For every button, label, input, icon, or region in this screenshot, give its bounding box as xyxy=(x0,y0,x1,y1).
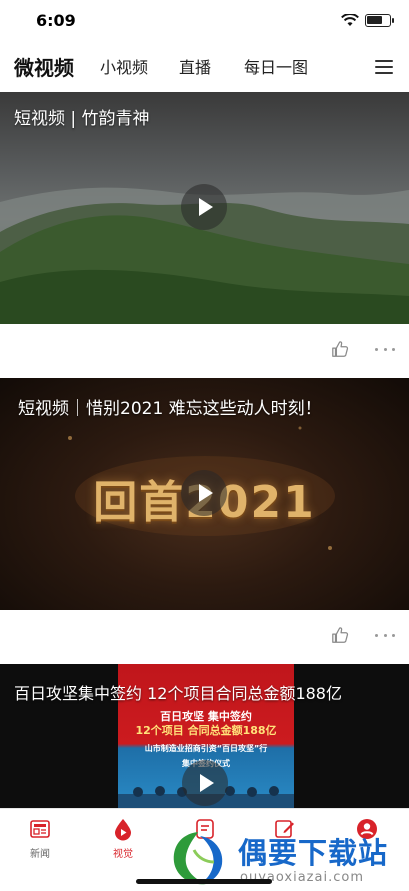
hamburger-icon[interactable] xyxy=(375,58,393,76)
tab-bar-item-news[interactable]: 新闻 xyxy=(10,817,70,867)
status-time: 6:09 xyxy=(36,11,76,30)
video-title: 短视频 | 竹韵青神 xyxy=(14,109,150,129)
play-icon[interactable] xyxy=(182,760,228,806)
more-options-icon[interactable] xyxy=(375,634,395,638)
play-icon[interactable] xyxy=(181,470,227,516)
tab-short-video[interactable]: 小视频 xyxy=(100,50,148,86)
video-thumbnail[interactable]: 短视频｜惜别2021 难忘这些动人时刻！ 回首2021 xyxy=(0,378,409,610)
poster-line: 山市制造业招商引资“百日攻坚”行 xyxy=(144,744,268,753)
tab-daily-picture[interactable]: 每日一图 xyxy=(244,50,308,86)
status-icons xyxy=(341,14,394,27)
newspaper-icon xyxy=(30,820,50,838)
more-options-icon[interactable] xyxy=(375,348,395,352)
status-bar: 6:09 xyxy=(0,0,409,44)
tab-bar-label: 视觉 xyxy=(113,849,133,860)
video-thumbnail[interactable]: 百日攻坚 集中签约 12个项目 合同总金额188亿 山市制造业招商引资“百日攻坚… xyxy=(0,664,409,809)
battery-icon xyxy=(365,14,394,27)
watermark-name: 偶要下载站 xyxy=(238,836,389,870)
tab-bar-label: 新闻 xyxy=(30,849,50,860)
tab-bar-item-visual[interactable]: 视觉 xyxy=(93,817,153,867)
tab-micro-video[interactable]: 微视频 xyxy=(14,50,74,86)
thumbs-up-icon[interactable] xyxy=(331,340,349,358)
video-actions xyxy=(0,610,409,662)
home-indicator xyxy=(136,879,272,884)
video-title: 短视频｜惜别2021 难忘这些动人时刻！ xyxy=(18,399,322,419)
video-drop-icon xyxy=(115,819,131,841)
video-title: 百日攻坚集中签约 12个项目合同总金额188亿 xyxy=(14,684,342,703)
video-thumbnail[interactable]: 短视频 | 竹韵青神 xyxy=(0,92,409,324)
video-actions xyxy=(0,324,409,376)
wifi-icon xyxy=(341,14,359,26)
thumbs-up-icon[interactable] xyxy=(331,626,349,644)
battery-level xyxy=(367,16,382,24)
top-nav: 微视频 小视频 直播 每日一图 xyxy=(0,50,409,88)
poster-line: 12个项目 合同总金额188亿 xyxy=(135,724,277,737)
tab-live[interactable]: 直播 xyxy=(179,50,211,86)
play-icon[interactable] xyxy=(181,184,227,230)
